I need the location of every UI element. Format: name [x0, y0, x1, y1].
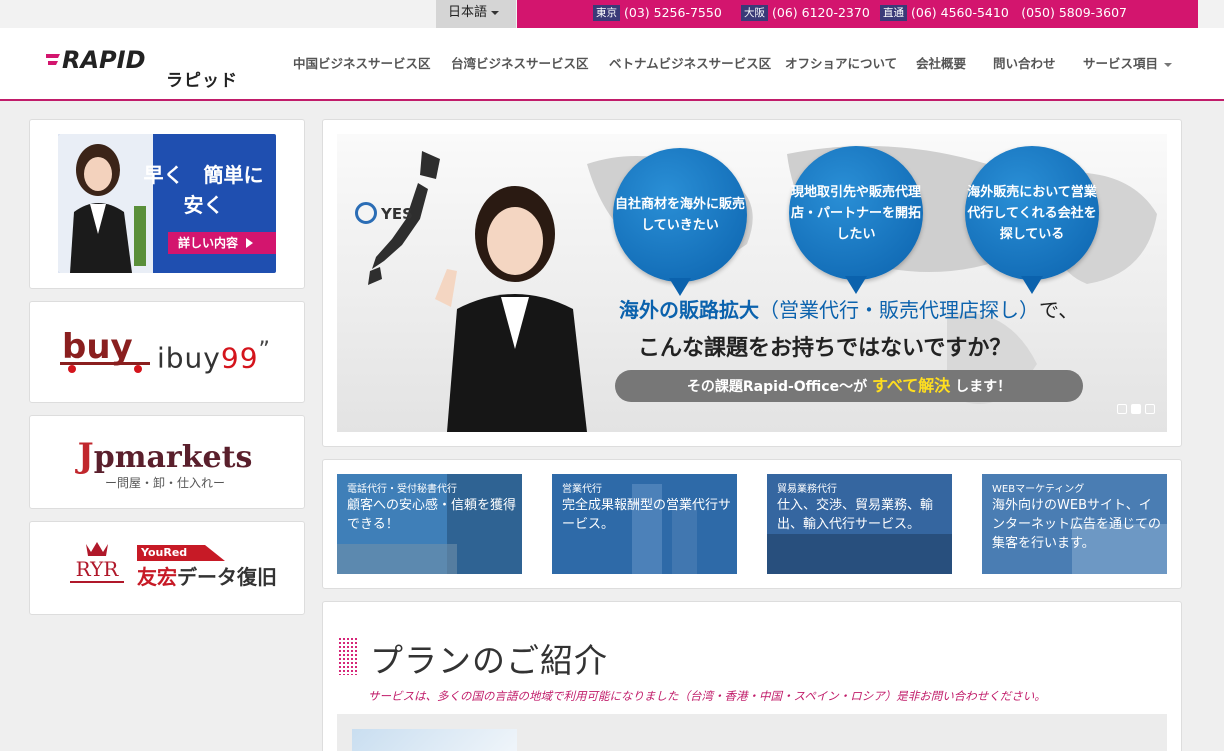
tag-arrow-icon	[205, 545, 225, 561]
jpmarkets-name-rest: pmarkets	[93, 440, 253, 475]
phone-number: (06) 4560-5410 (050) 5809-3607	[911, 5, 1127, 20]
slide-pill-suffix: します！	[955, 379, 1012, 395]
yes-logo: YES	[355, 202, 413, 224]
site-header: RAPID ラピッド 中国ビジネスサービス区 台湾ビジネスサービス区 ベトナムビ…	[0, 28, 1224, 101]
ibuy-logo-text: buy	[62, 327, 133, 367]
rapid-logo-mark: RAPID	[46, 46, 146, 74]
chevron-down-icon	[1164, 62, 1173, 67]
jpmarkets-initial: J	[77, 436, 94, 476]
nav-vietnam[interactable]: ベトナムビジネスサービス区	[609, 28, 771, 100]
ibuy-name-suffix: 99	[220, 341, 259, 375]
concern-bubble-1: 自社商材を海外に販売していきたい	[613, 148, 747, 296]
ibuy-cart-icon: buy	[60, 327, 150, 373]
youred-tag: YouRed	[137, 545, 205, 561]
ibuy-brand-name: ibuy99”	[157, 338, 271, 374]
logo-kana: ラピッド	[166, 71, 238, 91]
promo-headline-line2: 安く	[183, 193, 224, 217]
nav-offshore[interactable]: オフショアについて	[785, 28, 897, 100]
ryr-monogram: RYR	[76, 557, 120, 581]
presenter-woman-image	[435, 186, 587, 432]
youred-name-rest: データ復旧	[177, 565, 277, 589]
slide-headline-line2: こんな課題をお持ちではないですか？	[638, 336, 1012, 361]
yes-logo-text: YES	[381, 205, 413, 223]
promo-details-button[interactable]: 詳しい内容	[168, 232, 276, 254]
language-label: 日本語	[448, 5, 488, 20]
phone-city-tag: 東京	[593, 5, 620, 21]
promo-banner[interactable]: 早く 簡単に 安く 詳しい内容	[58, 134, 276, 273]
nav-china[interactable]: 中国ビジネスサービス区	[293, 28, 431, 100]
service-tile-sales[interactable]: 営業代行 完全成果報酬型の営業代行サービス。	[552, 474, 737, 574]
nav-services-label: サービス項目	[1083, 56, 1159, 71]
nav-contact[interactable]: 問い合わせ	[993, 28, 1056, 100]
slide-pill-highlight: すべて解決	[871, 376, 951, 395]
phone-direct[interactable]: 直通 (06) 4560-5410 (050) 5809-3607	[880, 0, 1127, 28]
concern-bubble-3: 海外販売において営業代行してくれる会社を探している	[965, 146, 1099, 294]
phone-number: (06) 6120-2370	[772, 5, 870, 20]
promo-headline: 早く 簡単に 安く	[136, 160, 271, 220]
slide-headline-line1: 海外の販路拡大（営業代行・販売代理店探し）で、	[619, 294, 1078, 323]
jpmarkets-subtitle: ー問屋・卸・仕入れー	[104, 476, 225, 490]
nav-services-dropdown[interactable]: サービス項目	[1083, 28, 1173, 100]
service-category: 貿易業務代行	[777, 484, 837, 495]
slider-pagination	[1113, 399, 1155, 418]
slide-solution-banner: その課題Rapid-Office～が すべて解決 します！	[615, 370, 1083, 402]
youred-name-red: 友宏	[137, 565, 177, 589]
youred-brand-name: 友宏データ復旧	[137, 561, 277, 590]
play-arrow-icon	[246, 238, 254, 248]
phone-tokyo[interactable]: 東京 (03) 5256-7550	[593, 0, 722, 28]
ibuy-name-prefix: ibuy	[157, 341, 221, 375]
language-selector[interactable]: 日本語	[436, 0, 516, 28]
service-description: 完全成果報酬型の営業代行サービス。	[562, 498, 732, 532]
logo-text: RAPID	[62, 46, 146, 74]
phone-osaka[interactable]: 大阪 (06) 6120-2370	[741, 0, 870, 28]
service-category: WEBマーケティング	[992, 484, 1085, 495]
service-tile-trade[interactable]: 貿易業務代行 仕入、交渉、貿易業務、輸出、輸入代行サービス。	[767, 474, 952, 574]
slide-headline-bold: 海外の販路拡大	[619, 298, 759, 322]
plan-title-marker	[338, 637, 357, 675]
slide-headline-paren: （営業代行・販売代理店探し）	[759, 298, 1039, 322]
phone-city-tag: 直通	[880, 5, 907, 21]
service-category: 電話代行・受付秘書代行	[347, 484, 457, 495]
yes-logo-mark	[355, 202, 377, 224]
site-logo[interactable]: RAPID ラピッド	[46, 44, 246, 92]
service-description: 仕入、交渉、貿易業務、輸出、輸入代行サービス。	[777, 498, 934, 532]
slider-dot-active[interactable]	[1131, 404, 1141, 414]
promo-details-label: 詳しい内容	[178, 236, 239, 250]
service-description: 顧客への安心感・信頼を獲得できる！	[347, 498, 517, 532]
plan-subtitle: サービスは、多くの国の言語の地域で利用可能になりました（台湾・香港・中国・スペイ…	[368, 689, 1046, 703]
ryr-crown-logo: RYR	[70, 542, 124, 583]
service-description: 海外向けのWEBサイト、インターネット広告を通じての集客を行います。	[992, 498, 1162, 551]
slide-headline-end: で、	[1039, 298, 1079, 322]
nav-company[interactable]: 会社概要	[916, 28, 966, 100]
promo-headline-line1: 早く 簡単に	[143, 163, 264, 187]
chevron-down-icon	[491, 10, 500, 15]
slider-dot[interactable]	[1117, 404, 1127, 414]
phone-bar: 東京 (03) 5256-7550 大阪 (06) 6120-2370 直通 (06)…	[517, 0, 1198, 28]
jpmarkets-brand-name: Jpmarkets	[70, 436, 260, 476]
slide-pill-prefix: その課題Rapid-Office～が	[686, 379, 868, 395]
plan-title: プランのご紹介	[370, 641, 608, 680]
hero-slider[interactable]: YES 自社商材を海外に販売していきたい 現地取引先や販売代理店・パートナーを開…	[337, 134, 1167, 432]
concern-bubble-2: 現地取引先や販売代理店・パートナーを開拓したい	[789, 146, 923, 294]
top-bar: 日本語 東京 (03) 5256-7550 大阪 (06) 6120-2370 直通…	[0, 0, 1224, 28]
nav-taiwan[interactable]: 台湾ビジネスサービス区	[451, 28, 589, 100]
service-tile-web[interactable]: WEBマーケティング 海外向けのWEBサイト、インターネット広告を通じての集客を…	[982, 474, 1167, 574]
phone-city-tag: 大阪	[741, 5, 768, 21]
service-category: 営業代行	[562, 484, 602, 495]
quote-mark-icon: ”	[258, 338, 271, 363]
service-tile-phone[interactable]: 電話代行・受付秘書代行 顧客への安心感・信頼を獲得できる！	[337, 474, 522, 574]
phone-number: (03) 5256-7550	[624, 5, 722, 20]
slider-dot[interactable]	[1145, 404, 1155, 414]
plan-thumbnail-image[interactable]	[352, 729, 517, 751]
